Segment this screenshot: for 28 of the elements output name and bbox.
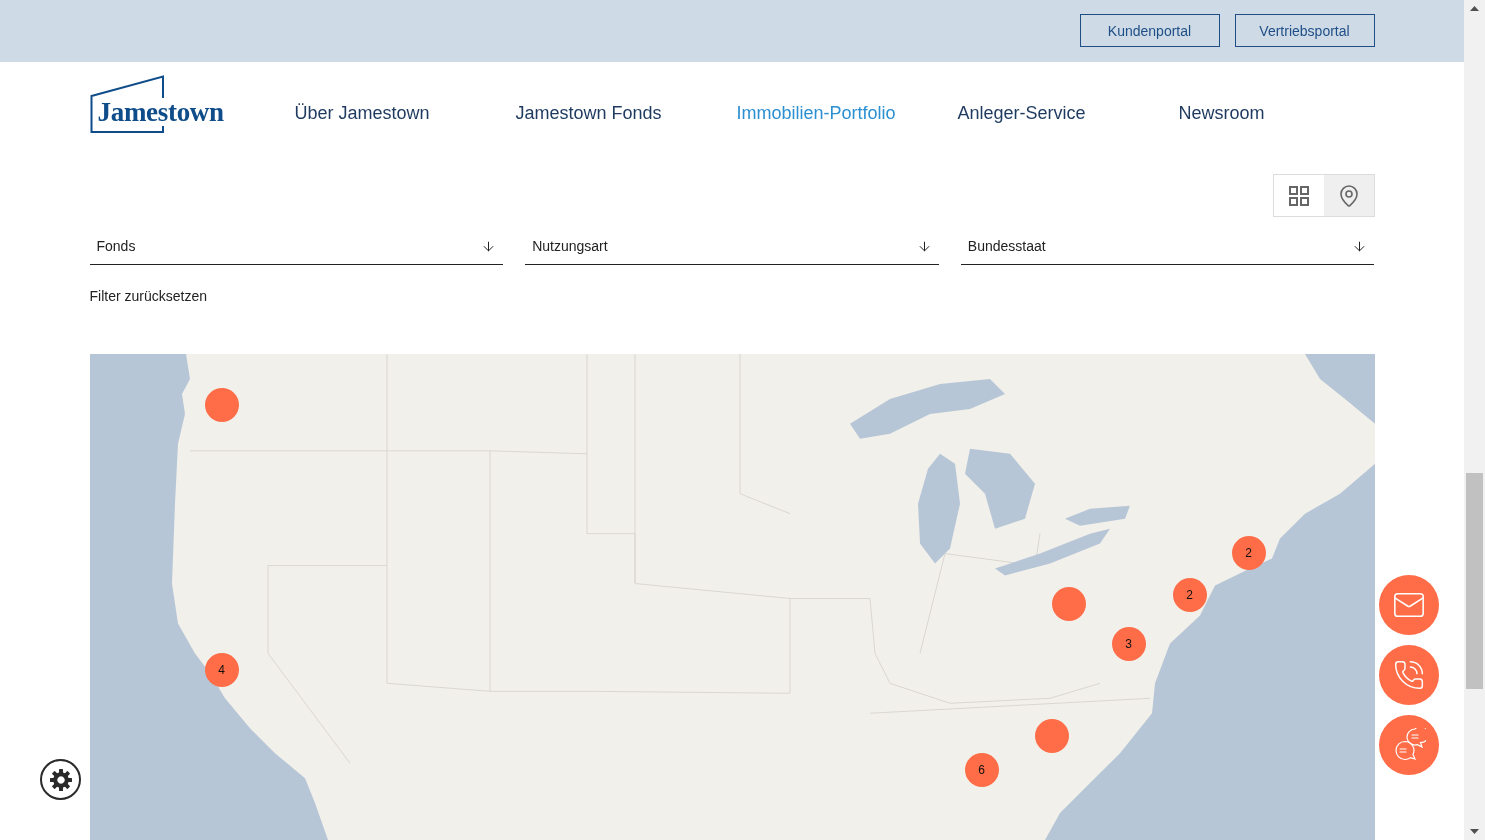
phone-button[interactable] xyxy=(1379,645,1439,705)
mail-button[interactable] xyxy=(1379,575,1439,635)
scrollbar[interactable] xyxy=(1464,0,1485,840)
filter-dropdown[interactable]: Nutzungsart xyxy=(525,235,939,265)
reset-filter-link[interactable]: Filter zurücksetzen xyxy=(89,288,207,304)
arrow-down-icon xyxy=(481,238,497,254)
portal-button[interactable]: Kundenportal xyxy=(1079,14,1220,47)
scroll-down-arrow-icon[interactable] xyxy=(1470,829,1479,834)
chat-icon xyxy=(1392,728,1426,762)
scrollbar-thumb[interactable] xyxy=(1466,473,1483,689)
chat-button[interactable] xyxy=(1379,715,1439,775)
filter-dropdown[interactable]: Bundesstaat xyxy=(960,235,1375,265)
arrow-down-icon xyxy=(1352,238,1368,254)
map-view-button[interactable] xyxy=(1323,175,1374,216)
settings-button[interactable] xyxy=(40,759,81,800)
grid-icon xyxy=(1288,185,1309,206)
portal-button[interactable]: Vertriebsportal xyxy=(1234,14,1375,47)
arrow-down-icon xyxy=(916,238,932,254)
nav-link[interactable]: Immobilien-Portfolio xyxy=(736,102,896,124)
nav-link[interactable]: Über Jamestown xyxy=(294,102,430,124)
nav-link[interactable]: Newsroom xyxy=(1178,102,1265,124)
settings-icon xyxy=(48,767,73,792)
filter-dropdown[interactable]: Fonds xyxy=(89,235,504,265)
nav-link[interactable]: Anleger-Service xyxy=(957,102,1086,124)
phone-icon xyxy=(1393,659,1425,691)
map-drawing[interactable] xyxy=(89,354,1375,840)
scroll-up-arrow-icon[interactable] xyxy=(1470,6,1479,11)
nav-link[interactable]: Jamestown Fonds xyxy=(515,102,662,124)
